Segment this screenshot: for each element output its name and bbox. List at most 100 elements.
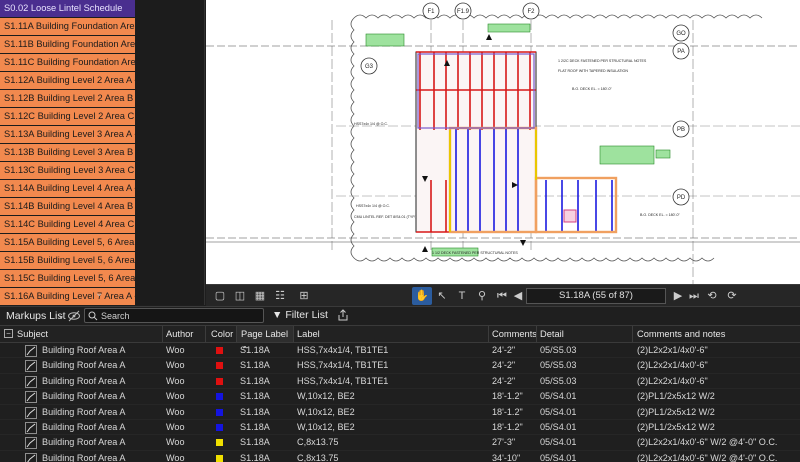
cell-detail: 05/S4.01 — [540, 452, 577, 462]
filter-list-button[interactable]: ▼ Filter List — [272, 309, 328, 321]
cell-page-label: S1.18A — [240, 391, 270, 402]
sheet-item[interactable]: S1.13A Building Level 3 Area A - Garage — [0, 126, 135, 143]
grid-label-pa: PA — [677, 49, 685, 55]
grid-label-f2: F2 — [527, 9, 535, 15]
hide-markups-icon[interactable] — [67, 309, 81, 323]
chevron-down-icon[interactable]: ⌄ — [57, 310, 65, 321]
cell-comments: 18'-1.2" — [492, 391, 523, 402]
grid-view-icon[interactable]: ▦ — [250, 287, 270, 305]
table-row[interactable]: Building Roof Area A Woo S1.18A HSS,7x4x1/4… — [0, 374, 800, 390]
cell-comments: 18'-1.2" — [492, 421, 523, 432]
single-page-icon[interactable]: ▢ — [210, 287, 230, 305]
sheet-item[interactable]: S1.15C Building Level 5, 6 Area C — [0, 270, 135, 287]
cell-author: Woo — [166, 345, 185, 355]
column-comments[interactable]: Comments — [492, 329, 537, 339]
color-swatch — [216, 408, 223, 416]
previous-page-icon[interactable]: ◀ — [508, 287, 528, 305]
table-row[interactable]: Building Roof Area A Woo S1.18A C,8x13.75 27… — [0, 435, 800, 451]
note-6: 1 1/2 DECK FASTENED PER STRUCTURAL NOTES — [432, 251, 518, 255]
sheet-item[interactable]: S1.15A Building Level 5, 6 Area A - Gara… — [0, 234, 135, 251]
note-3: B.O. DECK EL. = 180'-0" — [572, 87, 613, 91]
cell-comments-and-notes: (2)L2x2x1/4x0'-6" W/2 @4'-0" O.C. — [637, 437, 778, 448]
cell-author: Woo — [166, 421, 185, 432]
export-icon[interactable] — [336, 308, 350, 322]
note-2: FLAT ROOF WITH TAPERED INSULATION — [558, 69, 628, 73]
polyline-markup-icon — [25, 391, 37, 404]
search-input[interactable] — [101, 310, 261, 322]
cell-comments: 27'-3" — [492, 437, 516, 448]
cell-subject: Building Roof Area A — [42, 437, 126, 448]
column-color[interactable]: Color — [211, 329, 233, 339]
grid-label-go: GO — [676, 31, 686, 37]
cell-comments: 18'-1.2" — [492, 406, 523, 417]
sheet-item[interactable]: S1.13C Building Level 3 Area C — [0, 162, 135, 179]
note-7: HSS7x4x 1/4 @ O.C. — [354, 122, 388, 126]
sheet-item[interactable]: S1.14C Building Level 4 Area C — [0, 216, 135, 233]
column-detail[interactable]: Detail — [540, 329, 564, 339]
cell-detail: 05/S4.01 — [540, 421, 577, 432]
filter-list-label: Filter List — [285, 309, 328, 321]
search-field[interactable] — [84, 308, 264, 323]
forward-icon[interactable]: ⟳ — [722, 287, 742, 305]
column-subject[interactable]: Subject — [17, 329, 48, 339]
pan-tool-icon[interactable]: ✋ — [412, 287, 432, 305]
cell-subject: Building Roof Area A — [42, 360, 126, 371]
zoom-tool-icon[interactable]: ⚲ — [472, 287, 492, 305]
cell-detail: 05/S5.03 — [540, 360, 577, 371]
sheet-item[interactable]: S1.12C Building Level 2 Area C — [0, 108, 135, 125]
table-row[interactable]: Building Roof Area A Woo S1.18A HSS,7x4x1/4… — [0, 358, 800, 374]
sheet-item[interactable]: S1.15B Building Level 5, 6 Area B — [0, 252, 135, 269]
sheet-item[interactable]: S1.12A Building Level 2 Area A - Garage — [0, 72, 135, 89]
table-row[interactable]: Building Roof Area A Woo S1.18A W,10x12, BE… — [0, 420, 800, 436]
column-page-label[interactable]: Page Label ⌃ — [237, 326, 293, 355]
select-tool-icon[interactable]: ↖ — [432, 287, 452, 305]
drawing-canvas[interactable]: F1 F1.9 F2 GO PA PB PD G3 1 2/2C DECK FA… — [206, 0, 800, 284]
text-select-tool-icon[interactable]: T — [452, 287, 472, 305]
compare-icon[interactable]: ⊞ — [294, 287, 314, 305]
table-row[interactable]: Building Roof Area A Woo S1.18A W,10x12, BE… — [0, 405, 800, 420]
sheet-item[interactable]: S1.11B Building Foundation Area B — [0, 36, 135, 53]
sheet-item[interactable]: S1.12B Building Level 2 Area B — [0, 90, 135, 107]
back-icon[interactable]: ⟲ — [702, 287, 722, 305]
viewer-toolbar: ▢ ◫ ▦ ☷ ⊞ ✋ ↖ T ⚲ ⏮ ◀ S1.18A (55 of 87) … — [206, 284, 800, 306]
table-row[interactable]: Building Roof Area A Woo S1.18A W,10x12, BE… — [0, 389, 800, 405]
column-comments-and-notes[interactable]: Comments and notes — [637, 329, 725, 339]
sheet-item[interactable]: S1.11A Building Foundation Area A - Gara… — [0, 18, 135, 35]
cell-detail: 05/S5.03 — [540, 345, 577, 355]
note-4: B.O. DECK EL. = 180'-0" — [640, 213, 681, 217]
cell-page-label: S1.18A — [240, 406, 270, 417]
filter-icon: ▼ — [272, 309, 286, 321]
cell-comments: 34'-10" — [492, 452, 521, 462]
sheet-item[interactable]: S1.13B Building Level 3 Area B — [0, 144, 135, 161]
sheet-item[interactable]: S1.16A Building Level 7 Area A - Garage — [0, 288, 135, 305]
table-row[interactable]: Building Roof Area A Woo S1.18A C,8x13.75 34… — [0, 451, 800, 462]
thumbnail-view-icon[interactable]: ☷ — [270, 287, 290, 305]
sheet-item[interactable]: S1.14A Building Level 4 Area A - Garage — [0, 180, 135, 197]
cell-detail: 05/S4.01 — [540, 406, 577, 417]
cell-label: C,8x13.75 — [297, 437, 339, 448]
polyline-markup-icon — [25, 406, 37, 419]
cell-detail: 05/S4.01 — [540, 437, 577, 448]
column-label[interactable]: Label — [297, 329, 320, 339]
cell-detail: 05/S4.01 — [540, 391, 577, 402]
polyline-markup-icon — [25, 422, 37, 434]
page-indicator[interactable]: S1.18A (55 of 87) — [526, 288, 666, 304]
column-author[interactable]: Author — [166, 329, 193, 339]
polyline-markup-icon — [25, 452, 37, 462]
cell-comments-and-notes: (2)PL1/2x5x12 W/2 — [637, 391, 715, 402]
cell-comments-and-notes: (2)L2x2x1/4x0'-6" — [637, 345, 708, 355]
cell-author: Woo — [166, 360, 185, 371]
chevron-down-icon[interactable]: ⌄ — [95, 288, 103, 299]
sheet-item[interactable]: S1.14B Building Level 4 Area B — [0, 198, 135, 215]
sheet-item[interactable]: S1.11C Building Foundation Area C — [0, 54, 135, 71]
markups-table: − Subject Author Color Page Label ⌃ Labe… — [0, 325, 800, 462]
sheet-item[interactable]: S0.02 Loose Lintel Schedule — [0, 0, 135, 17]
color-swatch — [216, 347, 223, 354]
cell-label: HSS,7x4x1/4, TB1TE1 — [297, 360, 389, 371]
search-icon — [88, 311, 98, 321]
table-row[interactable]: Building Roof Area A Woo S1.18A HSS,7x4x1/4… — [0, 343, 800, 359]
last-page-icon[interactable]: ⏭ — [684, 287, 704, 305]
collapse-all-icon[interactable]: − — [4, 329, 13, 338]
grid-label-f19: F1.9 — [457, 9, 470, 15]
split-view-icon[interactable]: ◫ — [230, 287, 250, 305]
